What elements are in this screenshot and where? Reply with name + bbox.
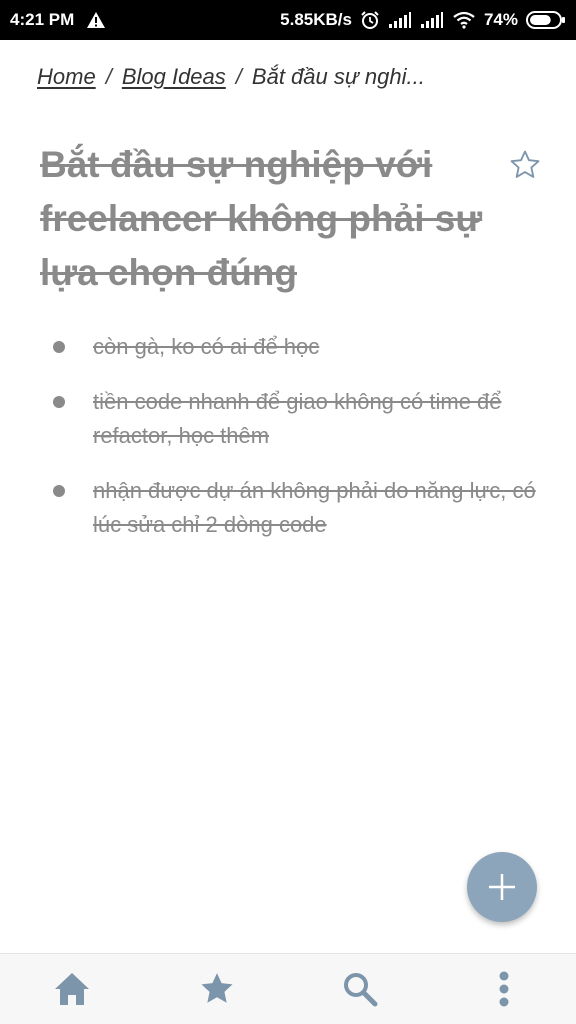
- list-item[interactable]: tiền code nhanh để giao không có time để…: [44, 385, 554, 453]
- bullet-dot: [53, 396, 65, 408]
- home-icon: [55, 973, 89, 1005]
- status-time: 4:21 PM: [10, 10, 75, 29]
- nav-home-button[interactable]: [36, 954, 108, 1024]
- breadcrumb-home-link[interactable]: Home: [37, 64, 96, 90]
- list-item-text: còn gà, ko có ai để học: [93, 334, 320, 359]
- more-vertical-icon: [499, 971, 509, 1007]
- bullet-dot: [53, 485, 65, 497]
- warning-icon: [86, 11, 106, 29]
- signal-icon: [388, 11, 412, 29]
- list-item-text: nhận được dự án không phải do năng lực, …: [93, 478, 536, 537]
- breadcrumb-blog-ideas-link[interactable]: Blog Ideas: [122, 64, 226, 90]
- bullet-dot: [53, 341, 65, 353]
- list-item[interactable]: còn gà, ko có ai để học: [44, 330, 554, 364]
- bottom-nav: [0, 953, 576, 1024]
- wifi-icon: [452, 11, 476, 29]
- nav-search-button[interactable]: [324, 954, 396, 1024]
- network-speed: 5.85KB/s: [280, 10, 352, 29]
- battery-icon: [526, 10, 566, 30]
- battery-percent: 74%: [483, 10, 518, 29]
- star-outline-icon: [510, 150, 540, 178]
- breadcrumb-separator: /: [105, 64, 112, 89]
- breadcrumb: Home / Blog Ideas / Bắt đầu sự nghi...: [37, 64, 537, 90]
- star-icon: [201, 973, 233, 1003]
- app-screen: 4:21 PM 5.85KB/s 74% Home / Blog Ideas /…: [0, 0, 576, 1024]
- search-icon: [344, 973, 378, 1007]
- breadcrumb-separator: /: [235, 64, 242, 89]
- status-bar: 4:21 PM 5.85KB/s 74%: [0, 0, 576, 40]
- list-item[interactable]: nhận được dự án không phải do năng lực, …: [44, 474, 554, 542]
- favorite-button[interactable]: [506, 146, 544, 184]
- alarm-icon: [360, 10, 380, 30]
- nav-more-button[interactable]: [468, 954, 540, 1024]
- note-title[interactable]: Bắt đầu sự nghiệp với freelancer không p…: [40, 138, 490, 300]
- signal-icon: [420, 11, 444, 29]
- nav-favorites-button[interactable]: [181, 954, 253, 1024]
- breadcrumb-current: Bắt đầu sự nghi...: [251, 64, 425, 89]
- plus-icon: [489, 874, 515, 900]
- note-bullet-list: còn gà, ko có ai để học tiền code nhanh …: [44, 330, 554, 563]
- add-button[interactable]: [467, 852, 537, 922]
- list-item-text: tiền code nhanh để giao không có time để…: [93, 389, 502, 448]
